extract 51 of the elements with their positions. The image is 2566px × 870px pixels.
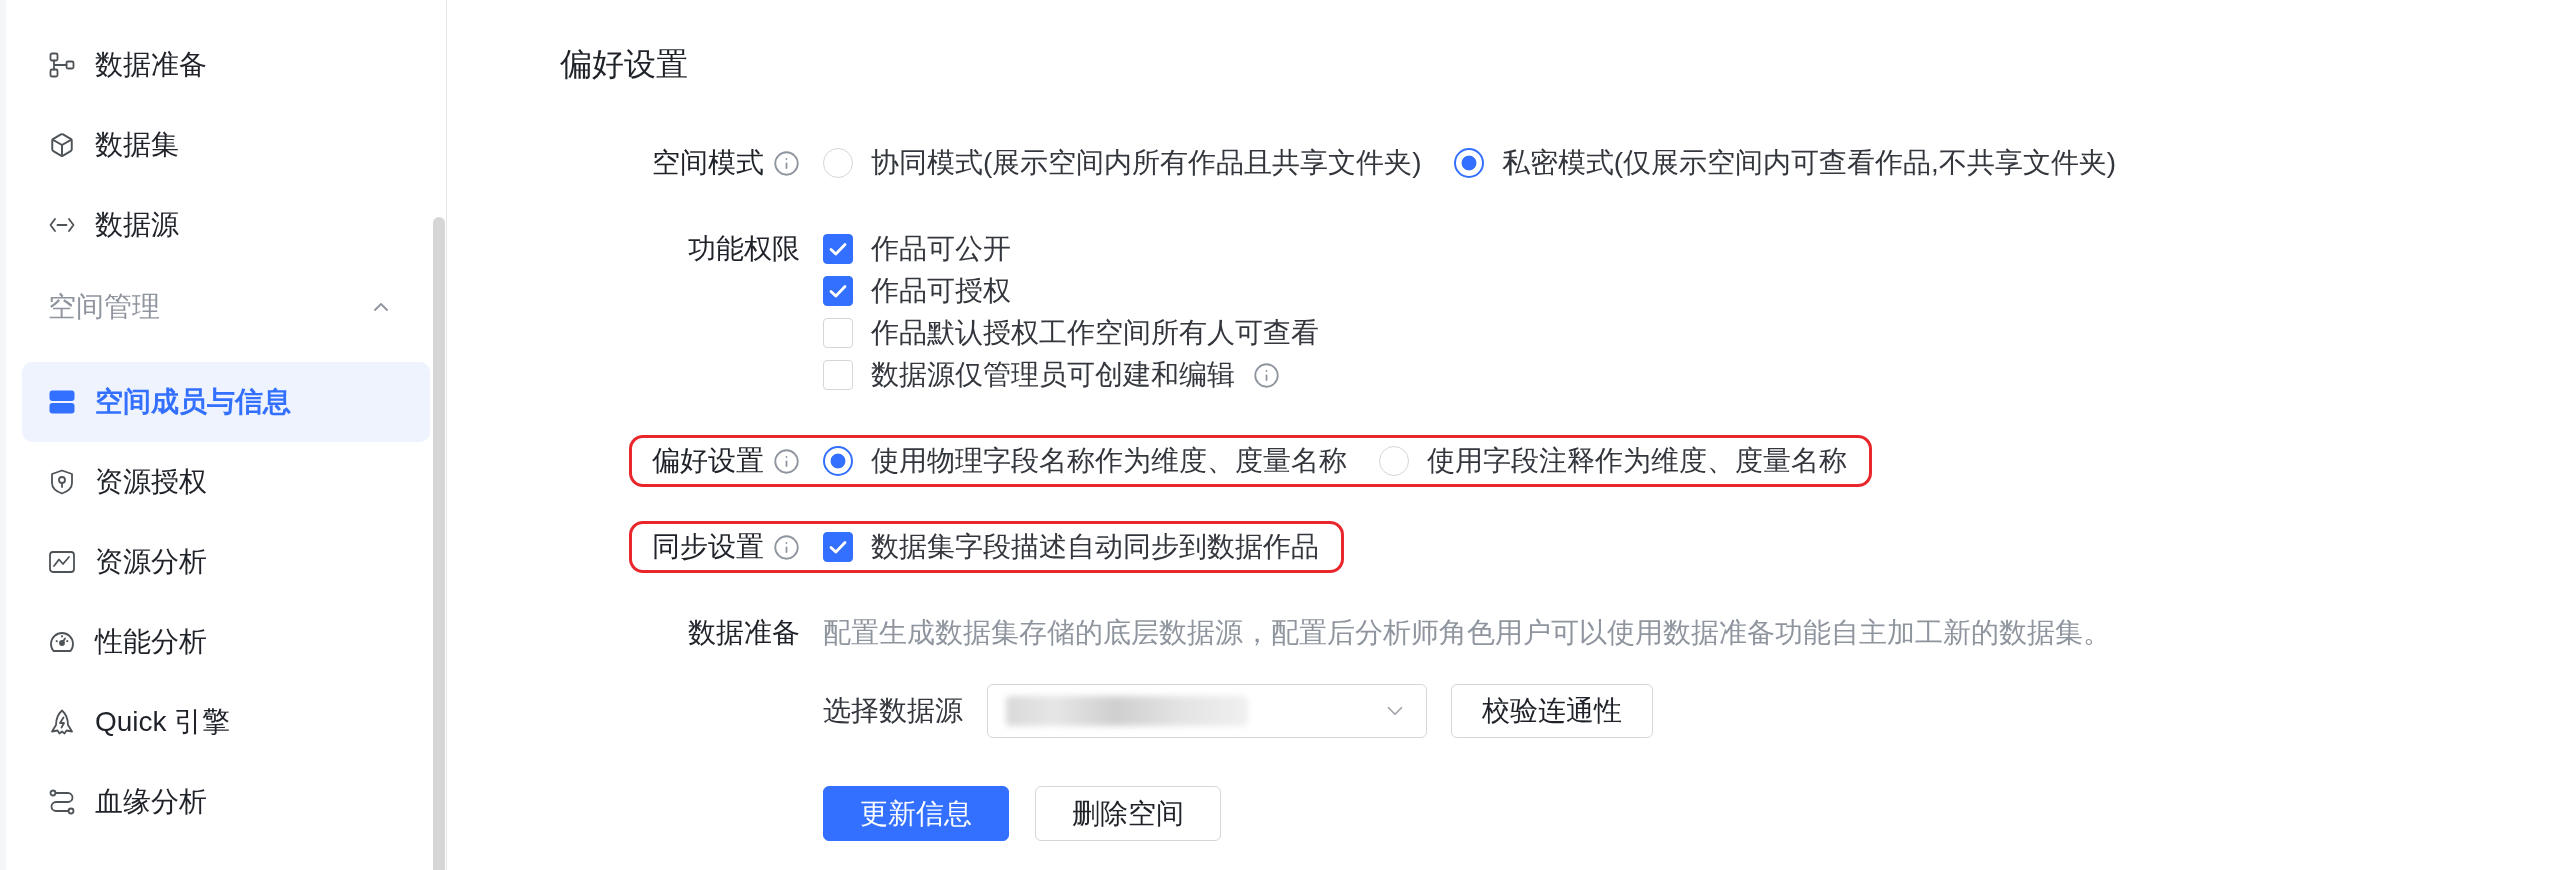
option-label[interactable]: 协同模式(展示空间内所有作品且共享文件夹) xyxy=(871,142,1422,184)
gauge-icon xyxy=(49,629,75,655)
radio-button[interactable] xyxy=(823,446,853,476)
nav-item[interactable]: 资源授权 xyxy=(22,442,430,522)
field-label: 功能权限 xyxy=(688,232,800,266)
info-icon[interactable] xyxy=(773,447,800,475)
check-icon xyxy=(829,284,847,298)
option-label[interactable]: 作品可授权 xyxy=(871,270,1011,312)
scrollbar-thumb[interactable] xyxy=(433,217,445,870)
option-label[interactable]: 使用字段注释作为维度、度量名称 xyxy=(1427,440,1847,482)
group-label: 空间管理 xyxy=(48,290,160,324)
info-icon[interactable] xyxy=(1253,361,1280,389)
field-label: 数据准备 xyxy=(688,616,800,650)
field-label: 选择数据源 xyxy=(823,694,963,728)
option-label[interactable]: 数据源仅管理员可创建和编辑 xyxy=(871,354,1235,396)
cube-icon xyxy=(49,132,75,158)
radio-button[interactable] xyxy=(1453,148,1484,178)
secondary-button[interactable]: 删除空间 xyxy=(1035,786,1221,841)
option-label[interactable]: 作品默认授权工作空间所有人可查看 xyxy=(871,312,1319,354)
line-chart-icon xyxy=(49,549,75,575)
verify-button[interactable]: 校验连通性 xyxy=(1451,684,1653,738)
option-label[interactable]: 使用物理字段名称作为维度、度量名称 xyxy=(871,440,1347,482)
option-label[interactable]: 数据集字段描述自动同步到数据作品 xyxy=(871,526,1319,568)
description-text: 配置生成数据集存储的底层数据源，配置后分析师角色用户可以使用数据准备功能自主加工新的数据集。 xyxy=(823,616,2111,650)
nav-item[interactable]: 性能分析 xyxy=(22,602,430,682)
info-icon[interactable] xyxy=(773,533,800,561)
nav-item[interactable]: 空间成员与信息 xyxy=(22,362,430,442)
option-label[interactable]: 作品可公开 xyxy=(871,228,1011,270)
primary-button[interactable]: 更新信息 xyxy=(823,786,1009,841)
checkbox[interactable] xyxy=(823,276,853,306)
section-title: 偏好设置 xyxy=(560,45,689,84)
rocket-icon xyxy=(49,709,75,735)
info-icon[interactable] xyxy=(773,149,800,177)
stacked-bars-icon xyxy=(49,389,75,415)
nav-item[interactable]: 数据源 xyxy=(22,185,430,265)
option-label[interactable]: 私密模式(仅展示空间内可查看作品,不共享文件夹) xyxy=(1501,142,2117,184)
nav-item[interactable]: 资源分析 xyxy=(22,522,430,602)
nav-item[interactable]: 血缘分析 xyxy=(22,762,430,842)
flow-nodes-icon xyxy=(49,52,75,78)
field-label: 偏好设置 xyxy=(652,444,764,478)
checkbox[interactable] xyxy=(823,532,853,562)
nav-item[interactable]: 数据准备 xyxy=(22,25,430,105)
field-label: 空间模式 xyxy=(652,146,764,180)
field-label: 同步设置 xyxy=(652,530,764,564)
check-icon xyxy=(829,242,847,256)
nav-item[interactable]: 数据集 xyxy=(22,105,430,185)
shield-keyhole-icon xyxy=(49,469,75,495)
check-icon xyxy=(829,540,847,554)
nav-item[interactable]: Quick 引擎 xyxy=(22,682,430,762)
route-icon xyxy=(49,789,75,815)
checkbox[interactable] xyxy=(823,234,853,264)
